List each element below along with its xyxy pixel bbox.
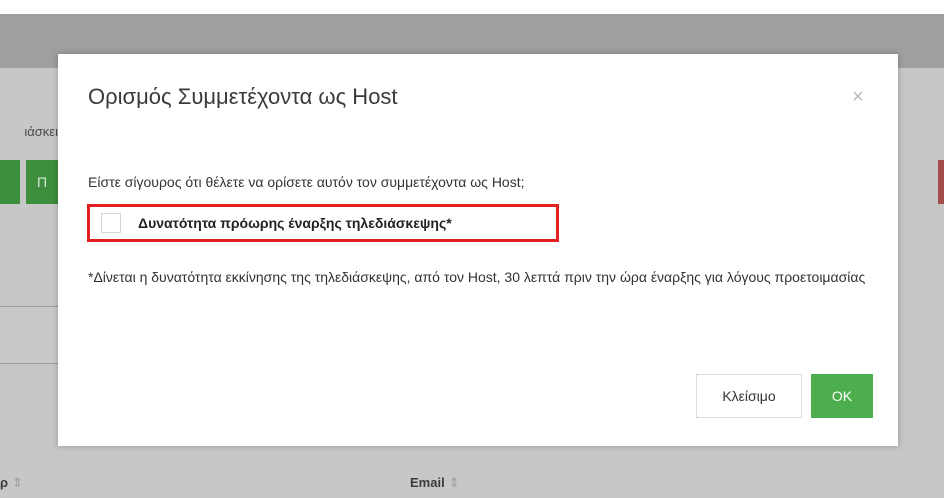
background-column-label: ρ	[0, 475, 9, 490]
sort-icon: ⇕	[12, 475, 23, 490]
email-column-label: Email	[410, 475, 445, 490]
background-field-label: ιάσκει	[24, 124, 58, 139]
background-top-bar	[0, 0, 944, 14]
background-green-button-2: Π	[26, 160, 58, 204]
ok-button[interactable]: OK	[811, 374, 873, 418]
early-start-option-highlight: Δυνατότητα πρόωρης έναρξης τηλεδιάσκεψης…	[87, 204, 559, 242]
close-icon[interactable]: ×	[852, 86, 864, 109]
background-green-button	[0, 160, 20, 204]
confirm-message: Είστε σίγουρος ότι θέλετε να ορίσετε αυτ…	[88, 174, 525, 190]
sort-icon: ⇕	[448, 475, 460, 490]
background-input	[0, 306, 59, 364]
modal-header-divider	[58, 140, 898, 141]
background-column-header: ρ ⇕	[0, 475, 38, 491]
modal-title: Ορισμός Συμμετέχοντα ως Host	[88, 84, 398, 109]
close-button[interactable]: Κλείσιμο	[696, 374, 802, 418]
background-email-column-header: Email ⇕	[410, 475, 460, 491]
early-start-checkbox-label[interactable]: Δυνατότητα πρόωρης έναρξης τηλεδιάσκεψης…	[138, 215, 452, 231]
background-red-button	[938, 160, 944, 204]
set-host-modal: Ορισμός Συμμετέχοντα ως Host × Είστε σίγ…	[58, 54, 898, 446]
early-start-checkbox[interactable]	[101, 213, 121, 233]
page: ιάσκει Π ρ ⇕ Email ⇕ Ορισμός Συμμετέχοντα …	[0, 0, 944, 498]
early-start-note: *Δίνεται η δυνατότητα εκκίνησης της τηλε…	[88, 269, 866, 285]
